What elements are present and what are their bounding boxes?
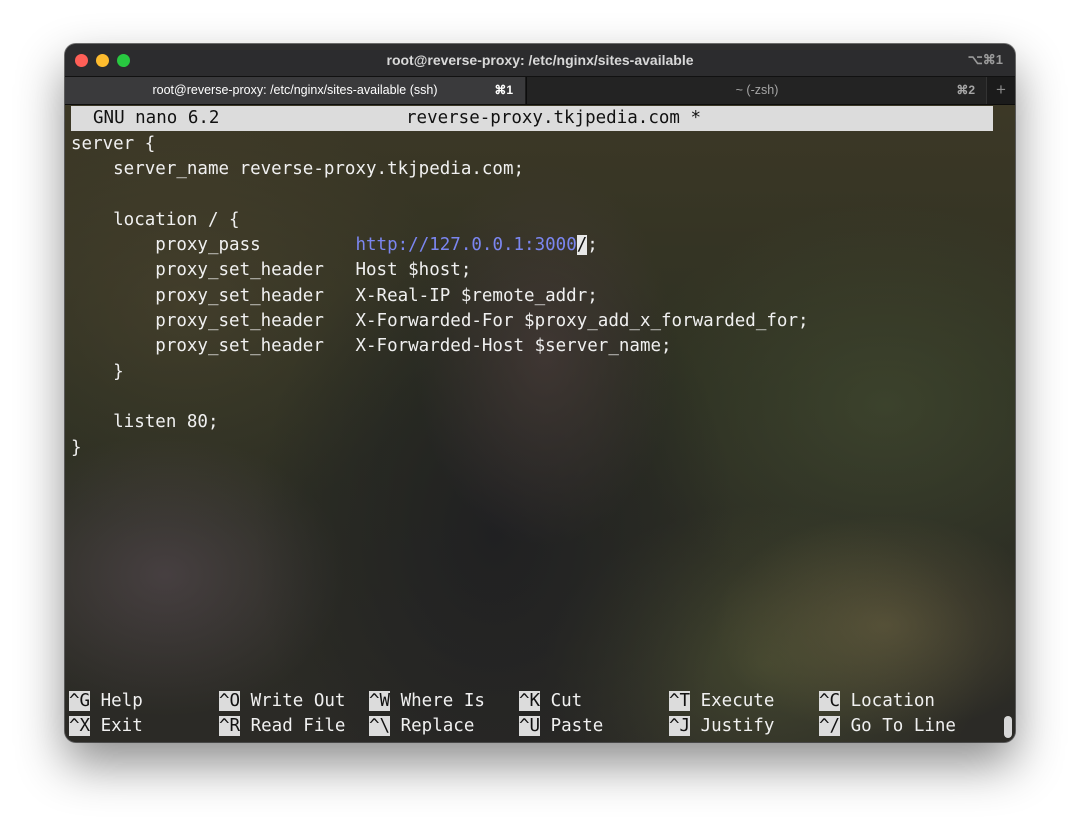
shortcut-execute[interactable]: ^T Execute xyxy=(669,689,774,714)
shortcut-key: ^J xyxy=(669,716,691,736)
shortcut-label: Justify xyxy=(690,716,775,736)
plus-icon[interactable]: + xyxy=(986,77,1015,104)
shortcut-exit[interactable]: ^X Exit xyxy=(69,714,143,739)
code-text: proxy_pass xyxy=(71,235,356,256)
nano-version: GNU nano 6.2 xyxy=(93,108,220,128)
shortcut-label: Replace xyxy=(390,716,475,736)
shortcut-key: ^R xyxy=(219,716,241,736)
shortcut-label: Execute xyxy=(690,691,775,711)
shortcut-label: Write Out xyxy=(240,691,346,711)
code-line: } xyxy=(71,361,124,382)
shortcut-label: Paste xyxy=(540,716,604,736)
text-cursor: / xyxy=(576,235,588,256)
shortcut-key: ^T xyxy=(669,691,691,711)
tab-label: root@reverse-proxy: /etc/nginx/sites-ava… xyxy=(152,83,438,97)
nano-shortcut-bar: ^G Help ^O Write Out ^W Where Is ^K Cut … xyxy=(69,689,999,741)
shortcut-key: ^/ xyxy=(819,716,841,736)
editor-buffer[interactable]: server { server_name reverse-proxy.tkjpe… xyxy=(71,132,809,461)
terminal-window: root@reverse-proxy: /etc/nginx/sites-ava… xyxy=(65,44,1015,742)
shortcut-key: ^W xyxy=(369,691,391,711)
shortcut-key: ^O xyxy=(219,691,241,711)
shortcut-label: Exit xyxy=(90,716,143,736)
shortcut-paste[interactable]: ^U Paste xyxy=(519,714,603,739)
code-line: server { xyxy=(71,134,156,154)
tab-zsh[interactable]: ~ (-zsh) ⌘2 xyxy=(526,77,987,104)
shortcut-read-file[interactable]: ^R Read File xyxy=(219,714,345,739)
scrollbar-thumb[interactable] xyxy=(1004,716,1012,738)
title-bar[interactable]: root@reverse-proxy: /etc/nginx/sites-ava… xyxy=(65,44,1015,77)
window-shortcut: ⌥⌘1 xyxy=(967,52,1003,67)
window-title: root@reverse-proxy: /etc/nginx/sites-ava… xyxy=(386,52,694,68)
shortcut-label: Read File xyxy=(240,716,346,736)
shortcut-write-out[interactable]: ^O Write Out xyxy=(219,689,345,714)
shortcut-location[interactable]: ^C Location xyxy=(819,689,935,714)
code-line: proxy_set_header X-Real-IP $remote_addr; xyxy=(71,285,598,306)
shortcut-key: ^\ xyxy=(369,716,391,736)
code-line: proxy_set_header Host $host; xyxy=(71,260,472,281)
code-line: listen 80; xyxy=(71,412,219,433)
shortcut-where-is[interactable]: ^W Where Is xyxy=(369,689,485,714)
code-line: proxy_pass http://127.0.0.1:3000/; xyxy=(71,233,809,258)
shortcut-go-to-line[interactable]: ^/ Go To Line xyxy=(819,714,956,739)
tab-shortcut: ⌘1 xyxy=(494,83,513,97)
code-line: proxy_set_header X-Forwarded-Host $serve… xyxy=(71,336,672,357)
shortcut-cut[interactable]: ^K Cut xyxy=(519,689,582,714)
shortcut-key: ^G xyxy=(69,691,91,711)
shortcut-key: ^K xyxy=(519,691,541,711)
code-line: location / { xyxy=(71,209,240,230)
nano-filename: reverse-proxy.tkjpedia.com * xyxy=(406,108,702,128)
shortcut-label: Go To Line xyxy=(840,716,956,736)
shortcut-key: ^X xyxy=(69,716,91,736)
shortcut-label: Where Is xyxy=(390,691,485,711)
shortcut-label: Location xyxy=(840,691,935,711)
code-line: } xyxy=(71,437,82,458)
code-text: ; xyxy=(587,235,598,256)
shortcut-justify[interactable]: ^J Justify xyxy=(669,714,774,739)
tab-bar: root@reverse-proxy: /etc/nginx/sites-ava… xyxy=(65,77,1015,105)
shortcut-key: ^U xyxy=(519,716,541,736)
proxy-url: http://127.0.0.1:3000 xyxy=(355,235,577,256)
shortcut-help[interactable]: ^G Help xyxy=(69,689,143,714)
shortcut-label: Cut xyxy=(540,691,583,711)
tab-shortcut: ⌘2 xyxy=(956,83,975,97)
shortcut-label: Help xyxy=(90,691,143,711)
nano-header: GNU nano 6.2 reverse-proxy.tkjpedia.com … xyxy=(71,106,993,131)
shortcut-key: ^C xyxy=(819,691,841,711)
tab-ssh[interactable]: root@reverse-proxy: /etc/nginx/sites-ava… xyxy=(65,77,525,104)
code-line: server_name reverse-proxy.tkjpedia.com; xyxy=(71,159,525,180)
terminal-content[interactable]: GNU nano 6.2 reverse-proxy.tkjpedia.com … xyxy=(65,105,1015,742)
shortcut-replace[interactable]: ^\ Replace xyxy=(369,714,474,739)
code-line: proxy_set_header X-Forwarded-For $proxy_… xyxy=(71,311,809,332)
tab-label: ~ (-zsh) xyxy=(735,83,779,97)
